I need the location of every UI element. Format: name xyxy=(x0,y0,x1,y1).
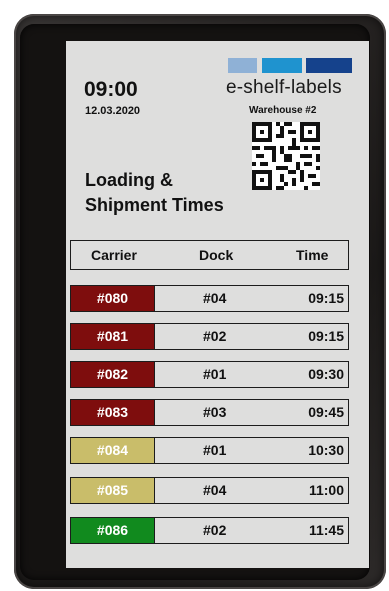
table-row: #084 #01 10:30 xyxy=(70,437,349,464)
column-header-carrier: Carrier xyxy=(91,247,137,263)
carrier-id: #080 xyxy=(71,286,155,311)
table-header: Carrier Dock Time xyxy=(70,240,349,270)
dock-number: #04 xyxy=(203,482,227,498)
shipment-time: 09:45 xyxy=(308,404,344,420)
brand-bar-light xyxy=(228,58,257,73)
dock-number: #03 xyxy=(203,404,227,420)
table-row: #080 #04 09:15 xyxy=(70,285,349,312)
carrier-id: #085 xyxy=(71,478,155,503)
warehouse-label: Warehouse #2 xyxy=(249,105,317,116)
brand-logo: e-shelf-labels xyxy=(226,77,342,98)
table-row: #081 #02 09:15 xyxy=(70,323,349,350)
qr-code-icon xyxy=(252,122,320,190)
dock-number: #04 xyxy=(203,290,227,306)
page-title: Loading & Shipment Times xyxy=(85,168,224,218)
dock-number: #01 xyxy=(203,366,227,382)
column-header-dock: Dock xyxy=(199,247,234,263)
table-row: #086 #02 11:45 xyxy=(70,517,349,544)
table-row: #085 #04 11:00 xyxy=(70,477,349,504)
column-header-time: Time xyxy=(296,247,329,263)
shipment-time: 09:30 xyxy=(308,366,344,382)
clock-time: 09:00 xyxy=(84,78,138,101)
table-row: #082 #01 09:30 xyxy=(70,361,349,388)
carrier-id: #081 xyxy=(71,324,155,349)
table-row: #083 #03 09:45 xyxy=(70,399,349,426)
carrier-id: #086 xyxy=(71,518,155,543)
shipment-time: 10:30 xyxy=(308,442,344,458)
brand-bar-mid xyxy=(262,58,302,73)
dock-number: #02 xyxy=(203,522,227,538)
dock-number: #01 xyxy=(203,442,227,458)
carrier-id: #082 xyxy=(71,362,155,387)
shipment-time: 09:15 xyxy=(308,328,344,344)
dock-number: #02 xyxy=(203,328,227,344)
carrier-id: #084 xyxy=(71,438,155,463)
shipment-time: 11:45 xyxy=(308,522,344,538)
shipment-time: 09:15 xyxy=(308,290,344,306)
shipment-time: 11:00 xyxy=(308,482,344,498)
clock-date: 12.03.2020 xyxy=(85,105,141,117)
brand-bar-dark xyxy=(306,58,352,73)
carrier-id: #083 xyxy=(71,400,155,425)
page-title-line2: Shipment Times xyxy=(85,195,224,215)
page-title-line1: Loading & xyxy=(85,170,173,190)
